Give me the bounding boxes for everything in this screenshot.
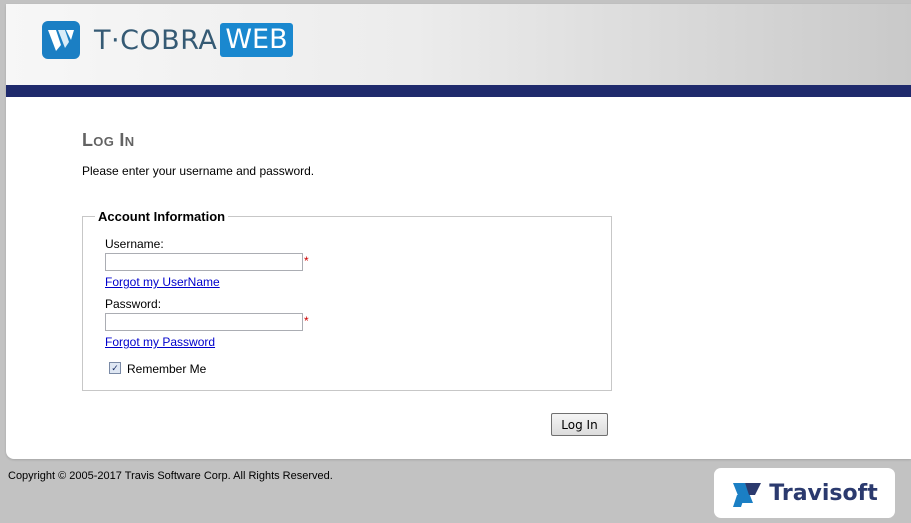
page-panel: T·COBRA WEB Log In Please enter your use… xyxy=(6,4,911,459)
tcobra-logo-icon xyxy=(42,21,80,59)
travisoft-logo-icon xyxy=(733,483,762,507)
page-title: Log In xyxy=(82,130,135,150)
travisoft-logo: Travisoft xyxy=(714,468,895,518)
username-input[interactable] xyxy=(105,253,303,271)
remember-me-checkbox[interactable]: ✓ xyxy=(109,362,121,374)
intro-text: Please enter your username and password. xyxy=(82,164,315,178)
logo-web-badge: WEB xyxy=(220,23,293,57)
username-required-marker: * xyxy=(304,254,309,268)
logo-text: T·COBRA xyxy=(94,24,218,56)
copyright-text: Copyright © 2005-2017 Travis Software Co… xyxy=(8,470,333,482)
forgot-username-link[interactable]: Forgot my UserName xyxy=(105,275,220,289)
tcobra-logo: T·COBRA WEB xyxy=(42,21,293,59)
account-information-legend: Account Information xyxy=(98,209,226,224)
username-label: Username: xyxy=(105,237,164,251)
remember-me-label[interactable]: Remember Me xyxy=(127,362,206,376)
header-bar xyxy=(6,85,911,97)
travisoft-brand-text: Travisoft xyxy=(769,480,878,506)
header: T·COBRA WEB xyxy=(6,4,911,85)
password-input[interactable] xyxy=(105,313,303,331)
password-required-marker: * xyxy=(304,314,309,328)
password-label: Password: xyxy=(105,297,162,311)
login-button[interactable]: Log In xyxy=(551,413,608,436)
forgot-password-link[interactable]: Forgot my Password xyxy=(105,335,215,349)
